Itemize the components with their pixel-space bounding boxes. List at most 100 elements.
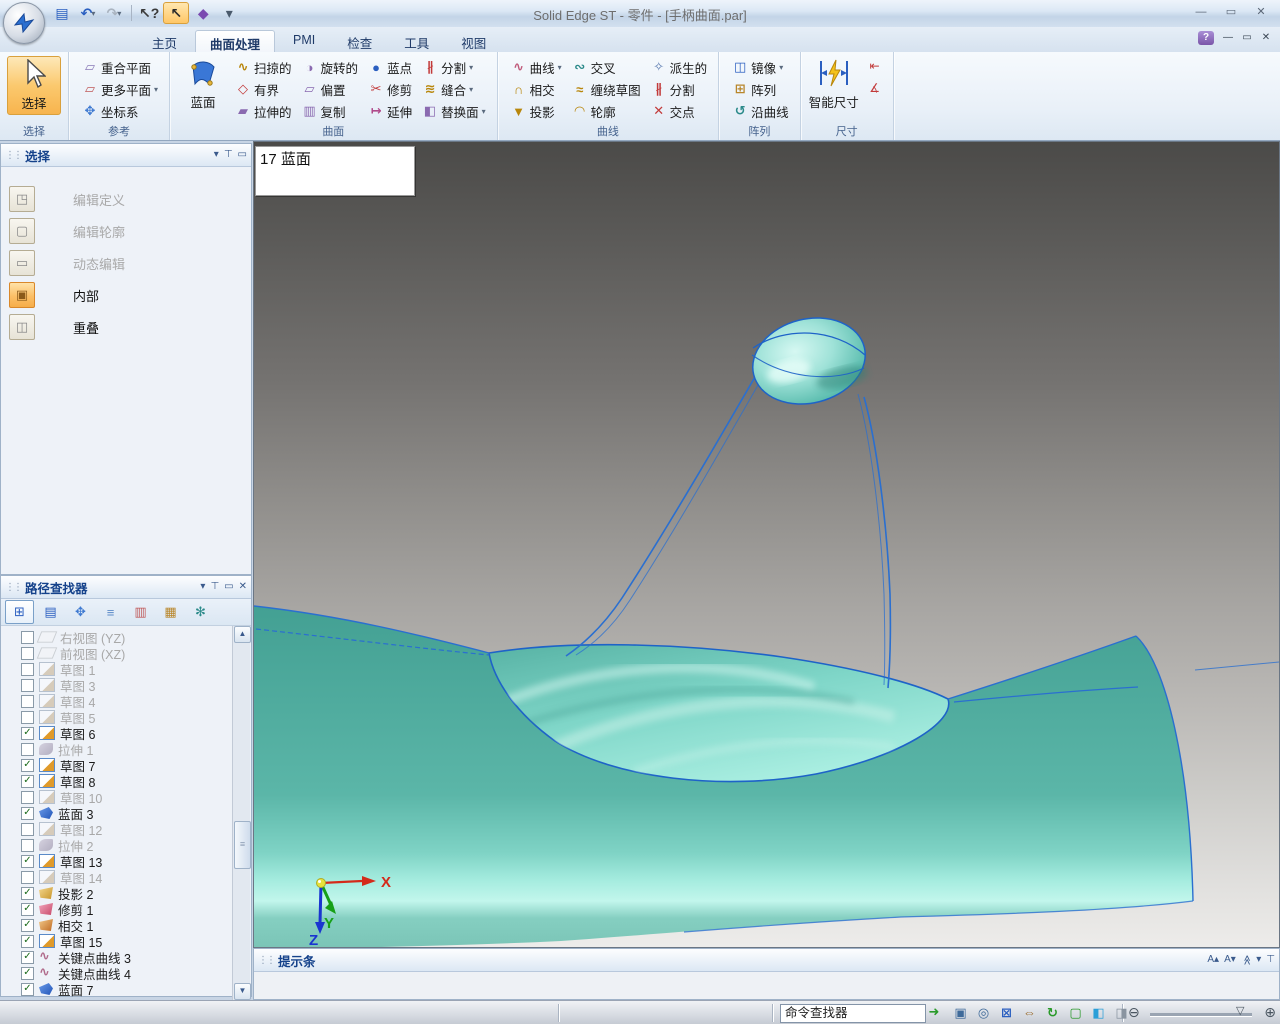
dome-surface[interactable]	[744, 306, 875, 415]
common-views-icon[interactable]: ▢	[1065, 1003, 1086, 1022]
checkbox-checked[interactable]: ✓	[21, 886, 34, 900]
tree-item[interactable]: ✓ 草图 8	[1, 773, 251, 790]
tree-item[interactable]: 拉伸 1	[1, 741, 251, 758]
checkbox-unchecked[interactable]	[21, 710, 34, 724]
command-finder-input[interactable]: 命令查找器	[780, 1004, 926, 1023]
checkbox-checked[interactable]: ✓	[21, 934, 34, 948]
zoom-out-icon[interactable]: ⊖	[1128, 1004, 1140, 1021]
checkbox-checked[interactable]: ✓	[21, 806, 34, 820]
ribbon-button-divide[interactable]: ∦ 分割 ▾	[418, 56, 490, 78]
select-option-inside[interactable]: ▣ 内部	[1, 279, 251, 311]
scroll-down-icon[interactable]: ▼	[234, 983, 251, 1000]
ribbon-button-bounded[interactable]: ◇ 有界	[231, 78, 296, 100]
collapse-icon[interactable]: ≪	[1240, 955, 1252, 965]
pin-icon[interactable]: ⊤	[1266, 954, 1275, 966]
tab-home[interactable]: 主页	[138, 30, 191, 52]
checkbox-unchecked[interactable]	[21, 790, 34, 804]
ribbon-button-cross-curve[interactable]: ∾ 交叉	[568, 56, 645, 78]
command-finder-go-icon[interactable]: ➜	[925, 1004, 943, 1021]
float-icon[interactable]: ▭	[238, 149, 247, 161]
tab-pmi[interactable]: PMI	[279, 30, 329, 52]
select-option-edit-definition[interactable]: ◳ 编辑定义	[1, 183, 251, 215]
ribbon-button-project-curve[interactable]: ▼ 投影	[507, 100, 566, 122]
tree-item[interactable]: ✓ 草图 13	[1, 853, 251, 870]
checkbox-checked[interactable]: ✓	[21, 774, 34, 788]
edit-definition-icon[interactable]: ◳	[9, 186, 35, 212]
panel-menu-icon[interactable]: ▾	[1256, 954, 1261, 966]
fit-icon[interactable]: ⊠	[996, 1003, 1017, 1022]
tree-item[interactable]: 草图 1	[1, 661, 251, 678]
tree-item[interactable]: ✓ 蓝面 7	[1, 981, 251, 998]
select-option-overlapping[interactable]: ◫ 重叠	[1, 311, 251, 343]
tree-item[interactable]: ✓ 蓝面 3	[1, 805, 251, 822]
checkbox-unchecked[interactable]	[21, 630, 34, 644]
ribbon-button-swept[interactable]: ∿ 扫掠的	[231, 56, 296, 78]
tree-item[interactable]: 草图 14	[1, 869, 251, 886]
ribbon-button-coordinate-system[interactable]: ✥ 坐标系	[78, 100, 162, 122]
checkbox-checked[interactable]: ✓	[21, 902, 34, 916]
zoom-slider-thumb[interactable]: ▽	[1236, 1004, 1244, 1017]
edit-profile-icon[interactable]: ▢	[9, 218, 35, 244]
checkbox-checked[interactable]: ✓	[21, 966, 34, 980]
ribbon-button-coincident-plane[interactable]: ▱ 重合平面	[78, 56, 162, 78]
doc-close-button[interactable]: ✕	[1258, 32, 1274, 45]
ribbon-button-angle-between[interactable]: ∡	[864, 80, 886, 98]
panel-grip[interactable]: ⋮⋮	[258, 955, 276, 966]
select-tools-tab-icon[interactable]: ✻	[187, 601, 214, 623]
zoom-icon[interactable]: ◎	[973, 1003, 994, 1022]
application-button[interactable]	[3, 2, 45, 44]
checkbox-checked[interactable]: ✓	[21, 726, 34, 740]
tree-item[interactable]: ✓ 草图 6	[1, 725, 251, 742]
viewport-3d[interactable]: X Y Z 17 蓝面	[253, 141, 1280, 948]
checkbox-unchecked[interactable]	[21, 662, 34, 676]
ribbon-button-mirror[interactable]: ◫ 镜像 ▾	[728, 56, 793, 78]
close-button[interactable]: ✕	[1248, 5, 1274, 20]
select-option-edit-profile[interactable]: ▢ 编辑轮廓	[1, 215, 251, 247]
tree-item[interactable]: ✓关键点曲线 4	[1, 964, 251, 982]
layers-tab-icon[interactable]: ≡	[97, 601, 124, 623]
panel-grip[interactable]: ⋮⋮	[5, 582, 23, 593]
playback-tab-icon[interactable]: ▦	[157, 601, 184, 623]
pathfinder-scrollbar[interactable]: ▲ ≡ ▼	[232, 626, 251, 1000]
tree-item[interactable]: 草图 4	[1, 693, 251, 710]
checkbox-checked[interactable]: ✓	[21, 982, 34, 996]
ribbon-button-extruded[interactable]: ▰ 拉伸的	[231, 100, 296, 122]
select-option-dynamic-edit[interactable]: ▭ 动态编辑	[1, 247, 251, 279]
ribbon-button-bluedot[interactable]: ● 蓝点	[364, 56, 416, 78]
ribbon-button-curve[interactable]: ∿ 曲线 ▾	[507, 56, 566, 78]
restore-button[interactable]: ▭	[1218, 5, 1244, 20]
tree-item[interactable]: ✓ 投影 2	[1, 885, 251, 902]
checkbox-unchecked[interactable]	[21, 742, 34, 756]
ribbon-button-more-planes[interactable]: ▱ 更多平面 ▾	[78, 78, 162, 100]
guide-curves[interactable]	[565, 369, 892, 689]
panel-menu-icon[interactable]: ▾	[200, 581, 205, 593]
ribbon-button-intersect-curve[interactable]: ∩ 相交	[507, 78, 566, 100]
pin-icon[interactable]: ⊤	[210, 581, 219, 593]
checkbox-checked[interactable]: ✓	[21, 854, 34, 868]
checkbox-unchecked[interactable]	[21, 838, 34, 852]
ribbon-button-replace-face[interactable]: ◧ 替换面 ▾	[418, 100, 490, 122]
pan-icon[interactable]: ⇔	[1019, 1003, 1040, 1022]
tree-item[interactable]: 草图 3	[1, 677, 251, 694]
ribbon-button-distance-between[interactable]: ⇤	[864, 58, 886, 76]
scroll-up-icon[interactable]: ▲	[234, 626, 251, 643]
sensors-tab-icon[interactable]: ▥	[127, 601, 154, 623]
tree-item[interactable]: 拉伸 2	[1, 837, 251, 854]
tree-item[interactable]: 草图 12	[1, 821, 251, 838]
checkbox-unchecked[interactable]	[21, 646, 34, 660]
float-icon[interactable]: ▭	[224, 581, 233, 593]
ribbon-button-wrap-sketch[interactable]: ≈ 缠绕草图	[568, 78, 645, 100]
tree-item[interactable]: 前视图 (XZ)	[1, 645, 251, 662]
ribbon-button-revolved[interactable]: ◑ 旋转的	[298, 56, 363, 78]
ribbon-button-contour-curve[interactable]: ◠ 轮廓	[568, 100, 645, 122]
ribbon-button-copy[interactable]: ▥ 复制	[298, 100, 363, 122]
checkbox-unchecked[interactable]	[21, 822, 34, 836]
checkbox-unchecked[interactable]	[21, 870, 34, 884]
tree-item[interactable]: ✓ 草图 7	[1, 757, 251, 774]
rotate-icon[interactable]: ↻	[1042, 1003, 1063, 1022]
minimize-button[interactable]: —	[1188, 5, 1214, 20]
checkbox-unchecked[interactable]	[21, 678, 34, 692]
zoom-in-icon[interactable]: ⊕	[1264, 1004, 1276, 1021]
tab-surfacing[interactable]: 曲面处理	[195, 30, 276, 52]
view-styles-icon[interactable]: ◧	[1088, 1003, 1109, 1022]
